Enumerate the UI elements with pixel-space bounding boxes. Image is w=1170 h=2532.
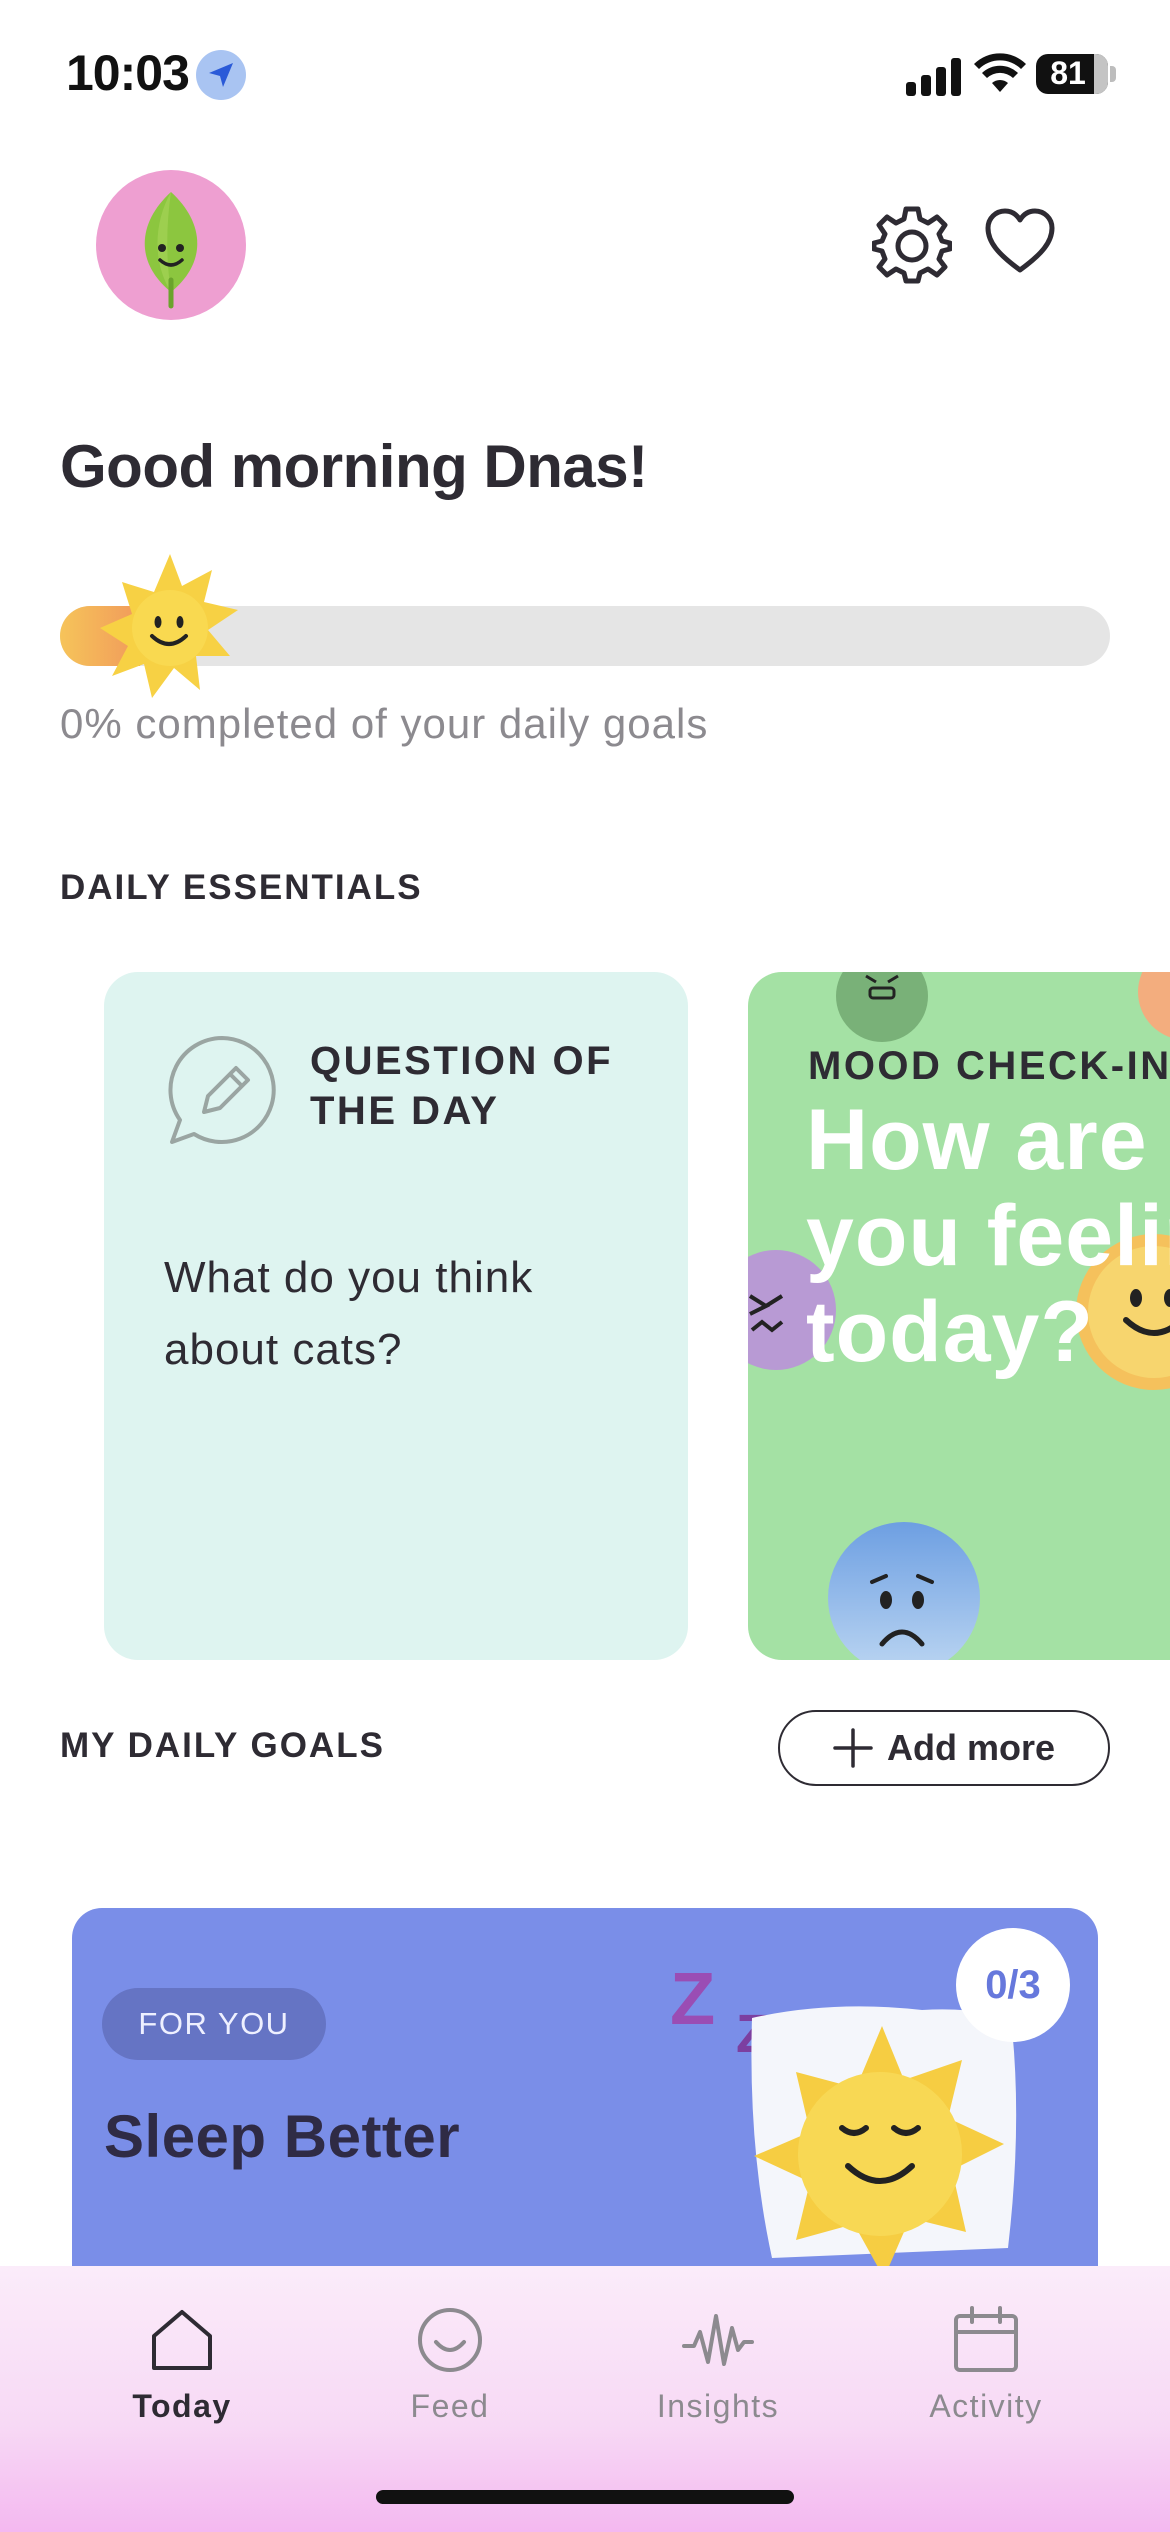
smile-icon [418, 2308, 482, 2372]
tab-label: Feed [410, 2388, 490, 2424]
question-text: What do you think about cats? [164, 1253, 534, 1374]
for-you-badge: FOR YOU [102, 1988, 326, 2060]
tab-label: Activity [929, 2388, 1043, 2424]
leaf-avatar[interactable] [96, 170, 246, 320]
question-card-title: QUESTION OF THE DAY [310, 1039, 614, 1133]
status-time: 10:03 [66, 45, 190, 101]
mood-card-prompt: How are you feeling today? [806, 1092, 1170, 1380]
sleep-better-goal-card[interactable]: Z Z Z FOR YOU Sleep Better 0/3 [72, 1908, 1098, 2280]
home-icon [152, 2310, 212, 2370]
sad-face-icon [828, 1522, 980, 1660]
waveform-icon [682, 2314, 754, 2366]
location-arrow-icon [196, 50, 246, 100]
heart-icon[interactable] [984, 208, 1056, 274]
status-bar: 10:03 81 [0, 0, 1170, 150]
tab-activity[interactable]: Activity [866, 2306, 1106, 2456]
tab-label: Today [132, 2388, 232, 2424]
add-more-button[interactable]: Add more [778, 1710, 1110, 1786]
cellular-signal-icon [906, 56, 962, 96]
progress-caption: 0% completed of your daily goals [60, 700, 709, 747]
gear-icon[interactable] [872, 206, 952, 286]
battery-level: 81 [1050, 55, 1086, 91]
daily-essentials-heading: DAILY ESSENTIALS [60, 868, 423, 907]
goal-progress-count: 0/3 [956, 1928, 1070, 2042]
wifi-icon [974, 53, 1026, 92]
battery-cap [1110, 66, 1116, 82]
battery-remaining [1094, 54, 1108, 94]
svg-text:Z: Z [670, 1957, 715, 2040]
angry-face-icon [836, 972, 928, 1042]
goal-title: Sleep Better [104, 2103, 461, 2170]
add-more-label: Add more [886, 1727, 1055, 1768]
tab-feed[interactable]: Feed [330, 2306, 570, 2456]
sun-progress-icon [100, 554, 238, 698]
question-of-the-day-card[interactable]: QUESTION OF THE DAY What do you think ab… [104, 972, 688, 1660]
pencil-speech-bubble-icon [168, 1036, 276, 1144]
tab-insights[interactable]: Insights [598, 2306, 838, 2456]
tab-label: Insights [656, 2388, 780, 2424]
mood-card-kicker: MOOD CHECK-IN [808, 1044, 1170, 1088]
mood-check-in-card[interactable]: MOOD CHECK-IN How are you feeling today? [748, 972, 1170, 1660]
plus-icon [833, 1728, 873, 1768]
calendar-icon [954, 2306, 1018, 2372]
happy-face-partial-icon [1138, 972, 1170, 1038]
tab-today[interactable]: Today [62, 2306, 302, 2456]
my-daily-goals-heading: MY DAILY GOALS [60, 1726, 385, 1765]
greeting-title: Good morning Dnas! [60, 433, 648, 500]
home-indicator[interactable] [376, 2490, 794, 2504]
